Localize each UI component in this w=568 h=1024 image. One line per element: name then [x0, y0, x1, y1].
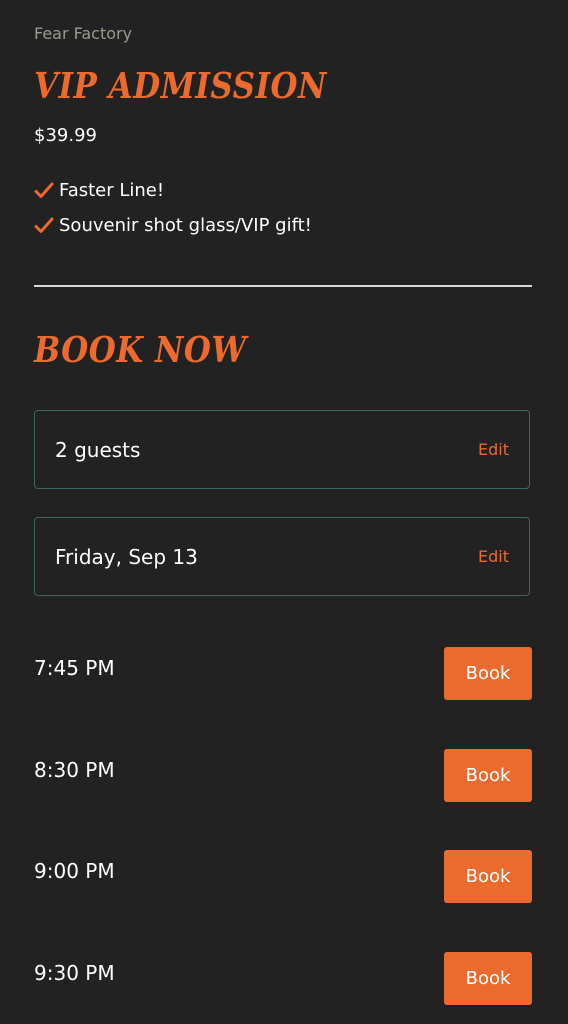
time-slot: 9:30 PM Book — [34, 951, 532, 1005]
feature-list: Faster Line! Souvenir shot glass/VIP gif… — [34, 180, 312, 250]
book-button[interactable]: Book — [444, 951, 532, 1005]
section-divider — [34, 285, 532, 287]
edit-date-link[interactable]: Edit — [478, 547, 509, 566]
feature-item: Faster Line! — [34, 180, 312, 215]
book-button[interactable]: Book — [444, 849, 532, 903]
slot-time: 7:45 PM — [34, 656, 115, 680]
date-value: Friday, Sep 13 — [55, 544, 198, 569]
ticket-price: $39.99 — [34, 125, 97, 146]
time-slot: 9:00 PM Book — [34, 849, 532, 903]
edit-guests-link[interactable]: Edit — [478, 440, 509, 459]
book-button[interactable]: Book — [444, 748, 532, 802]
time-slot: 8:30 PM Book — [34, 748, 532, 802]
guests-value: 2 guests — [55, 437, 141, 462]
slot-time: 9:00 PM — [34, 859, 115, 883]
brand-name: Fear Factory — [34, 24, 133, 43]
book-now-heading: Book Now — [34, 330, 247, 372]
slot-time: 8:30 PM — [34, 758, 115, 782]
feature-label: Faster Line! — [59, 180, 165, 201]
feature-label: Souvenir shot glass/VIP gift! — [59, 215, 312, 236]
feature-item: Souvenir shot glass/VIP gift! — [34, 215, 312, 250]
time-slot: 7:45 PM Book — [34, 646, 532, 700]
book-button[interactable]: Book — [444, 646, 532, 700]
checkmark-icon — [34, 181, 54, 201]
guests-field[interactable]: 2 guests Edit — [34, 410, 530, 489]
date-field[interactable]: Friday, Sep 13 Edit — [34, 517, 530, 596]
checkmark-icon — [34, 216, 54, 236]
slot-time: 9:30 PM — [34, 961, 115, 985]
ticket-title: VIP Admission — [34, 66, 327, 108]
